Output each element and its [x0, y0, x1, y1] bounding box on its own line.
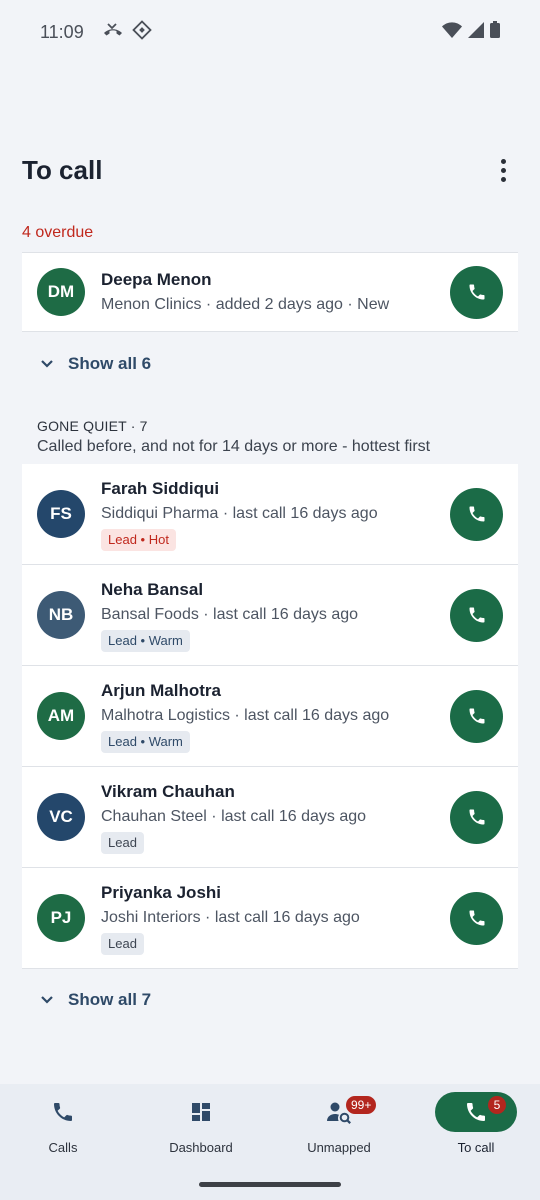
overdue-list: DM Deepa Menon Menon Clinics · added 2 d… — [22, 252, 518, 332]
nav-label: To call — [457, 1140, 495, 1155]
contact-row[interactable]: VC Vikram Chauhan Chauhan Steel · last c… — [22, 767, 518, 868]
page-title: To call — [22, 154, 103, 185]
avatar: AM — [37, 692, 85, 740]
chevron-down-icon — [41, 360, 53, 368]
nav-item-calls[interactable]: Calls — [9, 1092, 117, 1164]
battery-icon — [490, 21, 500, 43]
lead-status-tag: Lead • Warm — [101, 730, 190, 753]
phone-icon — [469, 708, 484, 724]
show-all-label: Show all 6 — [68, 354, 152, 373]
dashboard-icon — [192, 1103, 210, 1121]
call-button[interactable] — [450, 790, 503, 844]
nav-label: Dashboard — [169, 1140, 233, 1155]
nav-label: Calls — [48, 1140, 78, 1155]
phone-icon — [54, 1103, 72, 1121]
contact-name: Vikram Chauhan — [101, 781, 235, 801]
section-heading: GONE QUIET · 7 — [37, 418, 148, 434]
nav-item-to-call[interactable]: 5 To call — [422, 1092, 530, 1164]
phone-icon — [467, 1103, 485, 1121]
more-options-icon[interactable] — [488, 150, 518, 190]
status-time: 11:09 — [40, 21, 84, 42]
show-all-label: Show all 7 — [68, 990, 152, 1009]
contact-subtitle: Joshi Interiors · last call 16 days ago — [101, 908, 360, 926]
app-notification-icon — [131, 19, 152, 45]
avatar: NB — [37, 591, 85, 639]
nav-item-dashboard[interactable]: Dashboard — [147, 1092, 255, 1164]
gesture-bar — [199, 1182, 341, 1187]
unmapped-count-badge: 99+ — [345, 1095, 378, 1115]
contact-row[interactable]: DM Deepa Menon Menon Clinics · added 2 d… — [22, 252, 518, 332]
lead-status-tag: Lead • Hot — [101, 528, 176, 551]
nav-label: Unmapped — [307, 1140, 371, 1155]
chevron-down-icon — [41, 996, 53, 1004]
contact-row[interactable]: NB Neha Bansal Bansal Foods · last call … — [22, 565, 518, 666]
call-button[interactable] — [450, 265, 503, 319]
avatar: FS — [37, 490, 85, 538]
call-button[interactable] — [450, 689, 503, 743]
contact-name: Arjun Malhotra — [101, 680, 221, 700]
contact-subtitle: Malhotra Logistics · last call 16 days a… — [101, 706, 390, 724]
gone-quiet-list: FS Farah Siddiqui Siddiqui Pharma · last… — [22, 464, 518, 969]
avatar: VC — [37, 793, 85, 841]
contact-name: Farah Siddiqui — [101, 478, 220, 498]
phone-icon — [469, 284, 484, 300]
contact-row[interactable]: AM Arjun Malhotra Malhotra Logistics · l… — [22, 666, 518, 767]
nav-item-unmapped[interactable]: 99+ Unmapped — [285, 1092, 393, 1164]
phone-icon — [469, 809, 484, 825]
phone-icon — [469, 506, 484, 522]
overdue-count-label: 4 overdue — [22, 224, 94, 241]
contact-row[interactable]: PJ Priyanka Joshi Joshi Interiors · last… — [22, 868, 518, 969]
page-header: To call — [22, 150, 518, 190]
show-all-overdue-button[interactable]: Show all 6 — [40, 354, 151, 374]
to-call-count-badge: 5 — [487, 1095, 507, 1115]
contact-name: Priyanka Joshi — [101, 882, 222, 902]
missed-call-icon — [102, 22, 124, 43]
contact-subtitle: Bansal Foods · last call 16 days ago — [101, 605, 359, 623]
phone-icon — [469, 910, 484, 926]
avatar: DM — [37, 268, 85, 316]
lead-status-tag: Lead • Warm — [101, 629, 190, 652]
lead-status-tag: Lead — [101, 932, 144, 955]
contact-name: Deepa Menon — [101, 269, 212, 289]
lead-status-tag: Lead — [101, 831, 144, 854]
show-all-gone-quiet-button[interactable]: Show all 7 — [40, 990, 151, 1010]
section-description: Called before, and not for 14 days or mo… — [37, 438, 431, 455]
call-button[interactable] — [450, 588, 503, 642]
call-button[interactable] — [450, 487, 503, 541]
contact-subtitle: Chauhan Steel · last call 16 days ago — [101, 807, 367, 825]
call-button[interactable] — [450, 891, 503, 945]
contact-subtitle: Siddiqui Pharma · last call 16 days ago — [101, 504, 378, 522]
status-bar: 11:09 — [0, 0, 540, 64]
contact-name: Neha Bansal — [101, 579, 204, 599]
contact-row[interactable]: FS Farah Siddiqui Siddiqui Pharma · last… — [22, 464, 518, 565]
phone-icon — [469, 607, 484, 623]
cellular-signal-icon — [468, 21, 484, 43]
contact-subtitle: Menon Clinics · added 2 days ago · New — [101, 295, 390, 313]
avatar: PJ — [37, 894, 85, 942]
wifi-icon — [442, 21, 462, 43]
